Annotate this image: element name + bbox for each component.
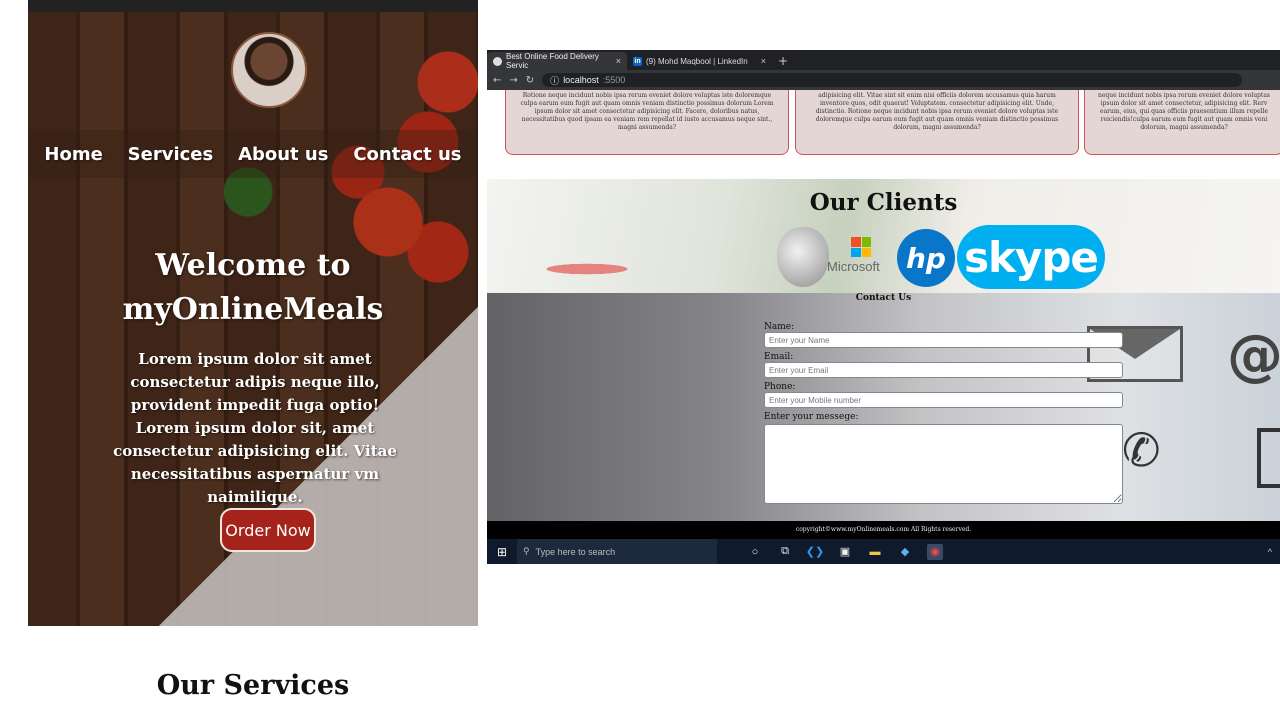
hero-section: Home Services About us Contact us Welcom…: [28, 12, 478, 626]
reload-icon[interactable]: ↻: [526, 75, 534, 86]
windows-start-icon[interactable]: ⊞: [487, 539, 517, 564]
tab-title: Best Online Food Delivery Servic: [506, 52, 599, 70]
contact-section: Contact Us @ ✆ Name: Email: Phone: Enter…: [487, 293, 1280, 521]
microsoft-grid-icon: [851, 237, 871, 257]
nav-home[interactable]: Home: [44, 144, 102, 165]
taskbar-apps: ○ ⧉ ❮❯ ▣ ▬ ◆ ◉: [747, 543, 943, 560]
hero-text-line-2: Lorem ipsum dolor sit, amet consectetur …: [113, 419, 397, 506]
service-card: neque incidunt nobis ipsa rerum eveniet …: [1084, 90, 1280, 155]
contact-heading: Contact Us: [855, 293, 912, 303]
store-icon[interactable]: ▣: [837, 544, 853, 560]
email-field[interactable]: [764, 362, 1123, 378]
services-heading: Our Services: [156, 670, 350, 701]
microsoft-logo-text: Microsoft: [827, 259, 880, 274]
vscode-icon[interactable]: ❮❯: [806, 544, 824, 560]
taskbar-search-placeholder: Type here to search: [535, 546, 616, 557]
main-nav: Home Services About us Contact us: [28, 130, 478, 178]
left-page-screenshot: Home Services About us Contact us Welcom…: [28, 0, 478, 720]
monitor-icon: [1257, 428, 1280, 488]
tab-linkedin[interactable]: in (9) Mohd Maqbool | LinkedIn ×: [627, 52, 772, 70]
back-arrow-icon[interactable]: ←: [493, 75, 501, 86]
hero-text-line-1: Lorem ipsum dolor sit amet consectetur a…: [130, 350, 380, 414]
footer: copyright©www.myOnlinemeals.com All Righ…: [487, 521, 1280, 539]
phone-field[interactable]: [764, 392, 1123, 408]
taskbar: ⊞ ⚲ Type here to search ○ ⧉ ❮❯ ▣ ▬ ◆ ◉ ^: [487, 539, 1280, 564]
nav-services[interactable]: Services: [128, 144, 214, 165]
phone-icon: ✆: [1122, 423, 1161, 477]
address-host: localhost: [563, 75, 599, 85]
service-cards: Rotione neque incidunt nobis ipsa rerum …: [487, 90, 1280, 160]
hero-title: Welcome to myOnlineMeals: [122, 248, 384, 327]
hp-logo: hp: [897, 229, 955, 287]
chrome-icon[interactable]: ◉: [927, 543, 943, 560]
close-icon[interactable]: ×: [761, 56, 766, 66]
phone-label: Phone:: [764, 382, 796, 392]
linkedin-icon: in: [633, 56, 642, 66]
skype-logo: skype: [957, 225, 1105, 289]
taskbar-search[interactable]: ⚲ Type here to search: [517, 539, 717, 564]
clients-section: Our Clients Microsoft hp skype: [487, 179, 1280, 293]
avatar: [231, 32, 307, 108]
forward-arrow-icon[interactable]: →: [509, 75, 517, 86]
nav-about-us[interactable]: About us: [238, 144, 328, 165]
nav-contact-us[interactable]: Contact us: [353, 144, 461, 165]
email-label: Email:: [764, 352, 794, 362]
at-sign-icon: @: [1227, 323, 1280, 388]
tab-food-delivery[interactable]: Best Online Food Delivery Servic ×: [487, 52, 627, 70]
service-card: adipisicing elit. Vitae sint sit enim ni…: [795, 90, 1079, 155]
apple-logo: [777, 227, 829, 287]
clients-heading: Our Clients: [809, 189, 958, 216]
message-label: Enter your messege:: [764, 412, 859, 422]
address-port: :5500: [602, 75, 626, 85]
system-tray-icon[interactable]: ^: [1268, 547, 1280, 557]
close-icon[interactable]: ×: [616, 56, 621, 66]
name-label: Name:: [764, 322, 795, 332]
microsoft-logo: Microsoft: [827, 237, 897, 277]
browser-window: Best Online Food Delivery Servic × in (9…: [487, 50, 1280, 564]
top-bar: [28, 0, 478, 12]
tab-strip: Best Online Food Delivery Servic × in (9…: [487, 50, 1280, 70]
globe-icon: [493, 56, 502, 66]
tab-title: (9) Mohd Maqbool | LinkedIn: [646, 56, 748, 66]
order-now-button[interactable]: Order Now: [220, 508, 316, 552]
new-tab-button[interactable]: +: [772, 52, 794, 70]
task-view-icon[interactable]: ⧉: [777, 544, 793, 560]
file-explorer-icon[interactable]: ▬: [867, 544, 883, 560]
address-bar-row: ← → ↻ ⓘ localhost:5500: [487, 70, 1280, 90]
address-bar[interactable]: ⓘ localhost:5500: [542, 73, 1243, 87]
search-icon: ⚲: [523, 546, 530, 556]
name-field[interactable]: [764, 332, 1123, 348]
app-icon[interactable]: ◆: [897, 544, 913, 560]
service-card: Rotione neque incidunt nobis ipsa rerum …: [505, 90, 789, 155]
cortana-icon[interactable]: ○: [747, 544, 763, 560]
info-icon: ⓘ: [550, 75, 560, 86]
desktop: Home Services About us Contact us Welcom…: [0, 0, 1280, 720]
hero-text: Lorem ipsum dolor sit amet consectetur a…: [110, 348, 400, 509]
message-field[interactable]: [764, 424, 1123, 504]
